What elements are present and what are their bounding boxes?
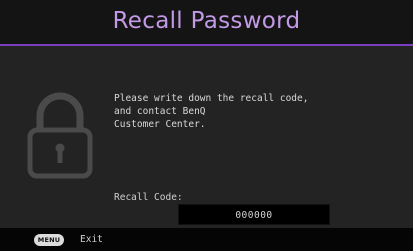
title-bar: Recall Password <box>0 0 413 46</box>
recall-instructions: Please write down the recall code, and c… <box>114 93 309 130</box>
page-title: Recall Password <box>112 8 301 34</box>
dialog-content: Please write down the recall code, and c… <box>0 46 413 228</box>
exit-label[interactable]: Exit <box>80 233 103 247</box>
recall-password-screen: Recall Password Please write down the re… <box>0 0 413 251</box>
footer-bar: MENU Exit <box>0 228 413 251</box>
recall-code-field: 000000 <box>178 204 330 225</box>
recall-code-value: 000000 <box>235 210 273 221</box>
padlock-icon <box>27 92 93 179</box>
menu-key-icon[interactable]: MENU <box>34 234 64 246</box>
recall-code-label: Recall Code: <box>114 192 183 203</box>
